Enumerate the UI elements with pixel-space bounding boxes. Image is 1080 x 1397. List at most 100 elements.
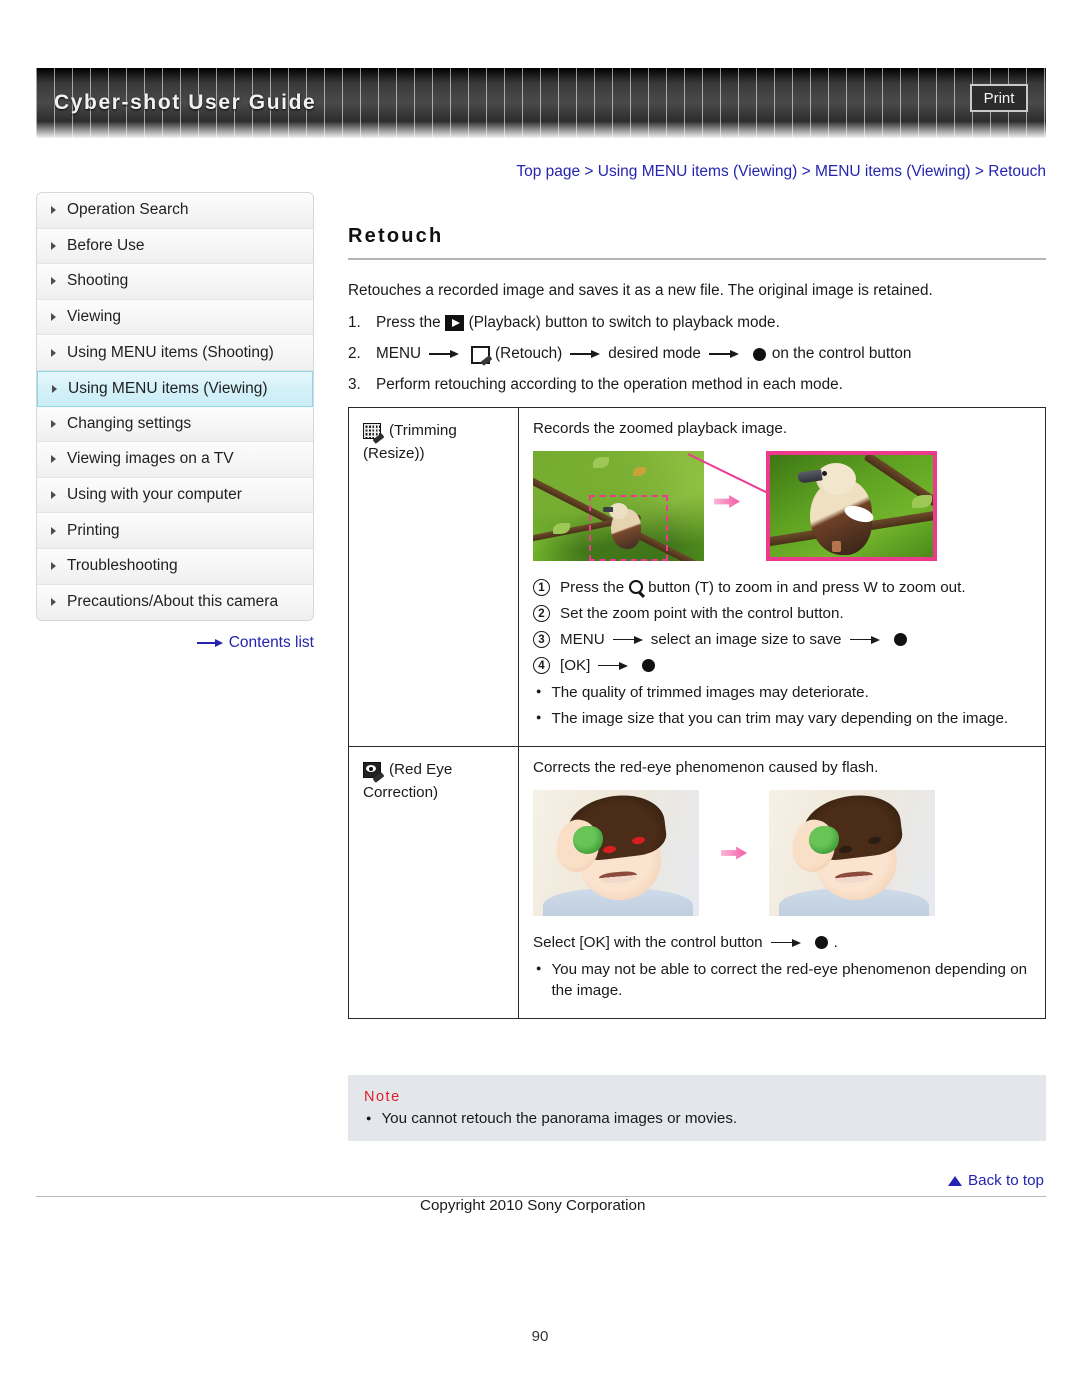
mode-label-trimming: (Trimming (Resize)): [348, 406, 519, 748]
sidebar-item-label: Using with your computer: [67, 486, 242, 504]
transform-arrow-icon: [714, 495, 740, 508]
back-to-top-link[interactable]: Back to top: [948, 1172, 1044, 1189]
trimming-bullet-1-text: The quality of trimmed images may deteri…: [551, 684, 869, 701]
main-content: Retouch Retouches a recorded image and s…: [348, 225, 1046, 1020]
sidebar: Operation Search Before Use Shooting Vie…: [36, 192, 314, 622]
circle-number-icon: 1: [533, 579, 550, 596]
mode-content-trimming: Records the zoomed playback image. 1 Pre…: [518, 406, 1046, 748]
sidebar-item-label: Operation Search: [67, 201, 189, 219]
step-3-text: Perform retouching according to the oper…: [376, 376, 843, 393]
sidebar-item-before-use[interactable]: Before Use: [37, 228, 313, 265]
figure-gap: [687, 451, 775, 561]
trimming-bullet-2-text: The image size that you can trim may var…: [551, 709, 1009, 727]
contents-list-label: Contents list: [228, 634, 314, 651]
sidebar-item-using-with-your-computer[interactable]: Using with your computer: [37, 477, 313, 514]
transform-arrow-icon: [721, 846, 747, 860]
copyright-text: Copyright 2010 Sony Corporation: [420, 1197, 646, 1214]
arrow-right-icon: [708, 349, 739, 359]
circle-number-icon: 3: [533, 631, 550, 648]
trimming-substep-3: 3 MENU select an image size to save: [533, 631, 1031, 648]
arrow-right-icon: [196, 638, 223, 647]
trimming-label-line2: (Resize)): [363, 444, 425, 462]
sidebar-item-label: Shooting: [67, 272, 129, 290]
print-button[interactable]: Print: [970, 84, 1028, 112]
sidebar-item-label: Troubleshooting: [67, 557, 178, 575]
crop-selection-box: [589, 495, 668, 561]
triangle-bullet-icon: [51, 598, 56, 607]
playback-icon: [444, 315, 464, 331]
mode-label-red-eye: (Red Eye Correction): [348, 746, 519, 1020]
triangle-bullet-icon: [51, 526, 56, 535]
triangle-bullet-icon: [51, 241, 56, 250]
step-2-number: 2.: [348, 345, 361, 362]
triangle-bullet-icon: [52, 384, 57, 393]
sidebar-item-label: Printing: [67, 521, 120, 539]
trimming-label-line1: (Trimming: [389, 422, 457, 439]
bird-leg: [832, 541, 841, 552]
arrow-right-icon: [770, 938, 801, 948]
trimming-figure: [533, 451, 1031, 561]
title-divider: [348, 258, 1046, 260]
trimming-substep-1: 1 Press the button (T) to zoom in and pr…: [533, 579, 1031, 596]
sidebar-item-label: Viewing images on a TV: [67, 450, 234, 468]
sidebar-item-using-menu-items-shooting[interactable]: Using MENU items (Shooting): [37, 335, 313, 371]
red-eye-figure: [533, 790, 1031, 917]
lead-paragraph: Retouches a recorded image and saves it …: [348, 282, 933, 299]
contents-list-link[interactable]: Contents list: [36, 634, 314, 652]
triangle-bullet-icon: [51, 206, 56, 215]
triangle-up-icon: [948, 1175, 963, 1186]
control-button-dot-icon: [642, 659, 656, 672]
breadcrumb[interactable]: Top page > Using MENU items (Viewing) > …: [36, 163, 1046, 181]
arrow-right-icon: [429, 349, 460, 359]
zoom-icon: [628, 579, 645, 596]
red-eye-label-line2: Correction): [363, 783, 439, 801]
retouch-modes-table: (Trimming (Resize)) Records the zoomed p…: [348, 406, 1046, 1020]
step-1-text-after: (Playback) button to switch to playback …: [468, 314, 780, 331]
arrow-right-icon: [849, 635, 880, 645]
arrow-right-icon: [598, 661, 629, 671]
page-title: Retouch: [348, 225, 444, 247]
trimming-bullet-2: The image size that you can trim may var…: [533, 709, 1031, 730]
trimming-substep-4: 4 [OK]: [533, 657, 1031, 674]
branch-icon: [863, 455, 933, 521]
step-2: 2. MENU (Retouch) desired mode on the co…: [348, 345, 1046, 364]
sidebar-item-changing-settings[interactable]: Changing settings: [37, 406, 313, 443]
arrow-right-icon: [612, 635, 643, 645]
pupil-shape: [369, 766, 373, 771]
red-eye-footer-step: Select [OK] with the control button .: [533, 934, 1031, 951]
triangle-bullet-icon: [51, 419, 56, 428]
control-button-dot-icon: [752, 347, 766, 361]
trimming-label-row: (Trimming: [363, 420, 504, 443]
red-eye-label-row: (Red Eye: [363, 759, 504, 782]
trimming-bullet-1: The quality of trimmed images may deteri…: [533, 683, 1031, 704]
trimming-caption: Records the zoomed playback image.: [533, 420, 788, 437]
step-1-number: 1.: [348, 314, 361, 331]
sidebar-item-troubleshooting[interactable]: Troubleshooting: [37, 548, 313, 585]
sidebar-item-shooting[interactable]: Shooting: [37, 264, 313, 300]
sidebar-item-precautions-about-this-camera[interactable]: Precautions/About this camera: [37, 584, 313, 621]
substep-2-text: Set the zoom point with the control butt…: [560, 605, 844, 622]
step-2-mode-label: desired mode: [608, 345, 701, 362]
arrow-right-icon: [570, 349, 601, 359]
substep-1-text-after: button (T) to zoom in and press W to zoo…: [648, 579, 966, 596]
sidebar-item-label: Changing settings: [67, 414, 192, 432]
trimming-substep-2: 2 Set the zoom point with the control bu…: [533, 605, 1031, 622]
sidebar-item-using-menu-items-viewing[interactable]: Using MENU items (Viewing): [37, 370, 313, 407]
step-3: 3. Perform retouching according to the o…: [348, 376, 1046, 394]
circle-number-icon: 4: [533, 657, 550, 674]
control-button-dot-icon: [814, 936, 828, 950]
sidebar-item-label: Using MENU items (Shooting): [67, 343, 274, 361]
step-3-body: Perform retouching according to the oper…: [376, 376, 843, 394]
app-title: Cyber-shot User Guide: [54, 91, 317, 114]
sidebar-item-viewing[interactable]: Viewing: [37, 299, 313, 336]
triangle-bullet-icon: [51, 277, 56, 286]
sidebar-item-viewing-images-on-a-tv[interactable]: Viewing images on a TV: [37, 442, 313, 478]
mode-content-red-eye: Corrects the red-eye phenomenon caused b…: [518, 746, 1046, 1020]
sidebar-item-printing[interactable]: Printing: [37, 513, 313, 549]
red-eye-icon: [363, 761, 383, 779]
sidebar-item-operation-search[interactable]: Operation Search: [37, 193, 313, 229]
leaf-icon: [912, 495, 932, 508]
red-eye-caption: Corrects the red-eye phenomenon caused b…: [533, 759, 879, 777]
sidebar-item-label: Using MENU items (Viewing): [68, 379, 268, 397]
step-2-menu-label: MENU: [376, 345, 422, 362]
